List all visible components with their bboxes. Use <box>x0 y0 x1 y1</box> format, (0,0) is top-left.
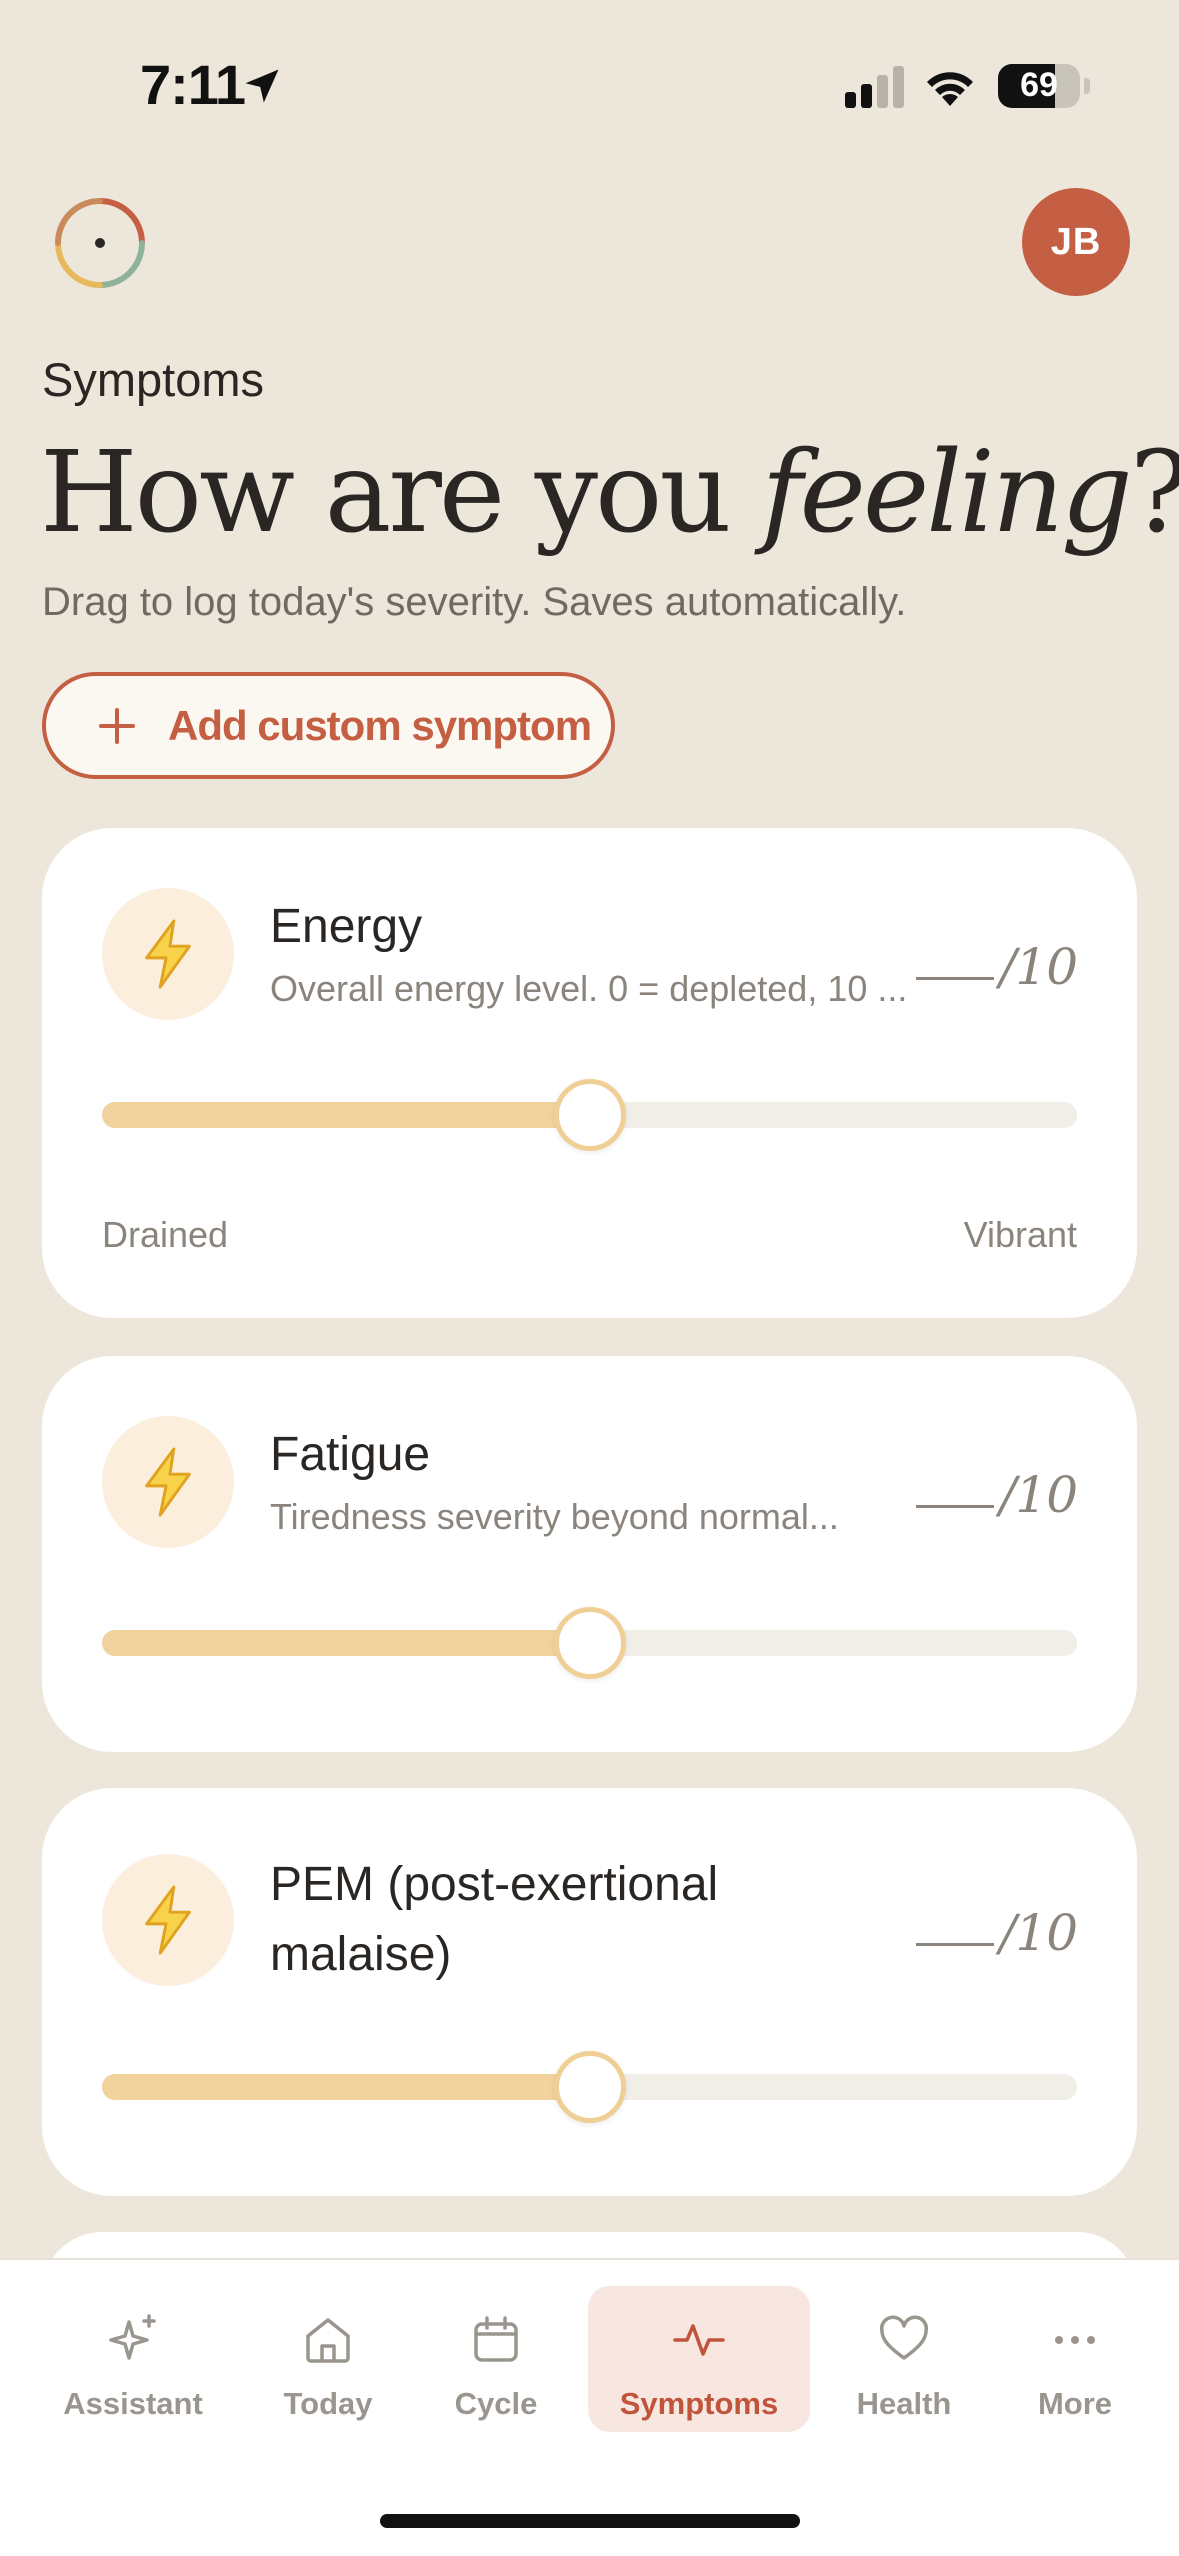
wifi-icon <box>927 72 973 106</box>
slider-thumb[interactable] <box>553 1607 626 1679</box>
battery-level: 69 <box>1020 66 1058 104</box>
symptom-title: Fatigue <box>270 1428 431 1481</box>
home-indicator <box>380 2514 800 2528</box>
location-arrow-icon <box>245 69 279 103</box>
tab-label: Symptoms <box>619 2386 779 2421</box>
tab-label: Health <box>856 2386 952 2421</box>
score-empty-value <box>915 977 994 980</box>
symptom-description: Tiredness severity beyond normal... <box>270 1496 839 1537</box>
tab-symptoms[interactable]: Symptoms <box>588 2286 810 2432</box>
tab-label: Today <box>283 2386 373 2421</box>
plus-icon <box>99 707 135 744</box>
avatar[interactable]: JB <box>1022 188 1130 296</box>
status-bar: 7:11 69 <box>0 0 1179 170</box>
tab-label: Cycle <box>454 2386 538 2421</box>
severity-slider[interactable] <box>102 1079 1077 1151</box>
add-custom-symptom-button[interactable]: Add custom symptom <box>42 672 615 779</box>
heart-icon <box>879 2315 929 2360</box>
status-time: 7:11 <box>140 53 246 116</box>
symptom-score: /10 <box>915 938 1078 996</box>
lightning-icon <box>145 1447 191 1517</box>
symptom-icon-badge <box>102 888 234 1020</box>
sparkle-icon <box>109 2314 156 2360</box>
symptom-description: Overall energy level. 0 = depleted, 10 .… <box>270 968 908 1009</box>
headline-italic: feeling <box>761 428 1132 558</box>
tab-label: More <box>1037 2386 1113 2421</box>
symptom-score: /10 <box>915 1466 1078 1524</box>
lightning-icon <box>145 919 191 989</box>
symptom-title: Energy <box>270 900 423 953</box>
tab-assistant[interactable]: Assistant <box>40 2286 226 2432</box>
slider-fill <box>102 1102 590 1128</box>
score-max: /10 <box>999 938 1078 996</box>
tab-today[interactable]: Today <box>250 2286 406 2432</box>
slider-thumb[interactable] <box>553 2051 626 2123</box>
tab-bar: Assistant Today Cycle Symptoms Health Mo… <box>0 2258 1179 2556</box>
symptom-icon-badge <box>102 1854 234 1986</box>
tab-more[interactable]: More <box>1000 2286 1150 2432</box>
symptom-title: PEM (post-exertional malaise) <box>270 1858 719 1981</box>
activity-icon <box>673 2324 725 2356</box>
symptom-card-energy: Energy Overall energy level. 0 = deplete… <box>42 828 1137 1318</box>
battery-cap <box>1084 78 1090 94</box>
headline-plain: How are you <box>40 428 762 558</box>
score-max: /10 <box>999 1466 1078 1524</box>
tab-cycle[interactable]: Cycle <box>426 2286 566 2432</box>
slider-fill <box>102 1630 590 1656</box>
lightning-icon <box>145 1885 191 1955</box>
app-logo-icon[interactable] <box>52 195 148 291</box>
page-title: How are you feeling? <box>40 428 1179 558</box>
slider-thumb[interactable] <box>553 1079 626 1151</box>
calendar-icon <box>474 2316 518 2362</box>
range-min-label: Drained <box>102 1214 229 1255</box>
slider-fill <box>102 2074 590 2100</box>
headline-end: ? <box>1130 428 1179 558</box>
score-empty-value <box>915 1943 994 1946</box>
battery-indicator: 69 <box>998 64 1080 108</box>
tab-label: Assistant <box>63 2386 203 2421</box>
symptom-score: /10 <box>915 1904 1078 1962</box>
severity-slider[interactable] <box>102 2051 1077 2123</box>
score-max: /10 <box>999 1904 1078 1962</box>
tab-health[interactable]: Health <box>834 2286 974 2432</box>
score-empty-value <box>915 1505 994 1508</box>
symptom-icon-badge <box>102 1416 234 1548</box>
home-icon <box>306 2318 350 2363</box>
severity-slider[interactable] <box>102 1607 1077 1679</box>
symptom-card-pem: PEM (post-exertional malaise) /10 <box>42 1788 1137 2196</box>
range-max-label: Vibrant <box>963 1214 1077 1255</box>
section-label: Symptoms <box>42 353 264 406</box>
page-subtitle: Drag to log today's severity. Saves auto… <box>42 580 907 624</box>
add-custom-symptom-label: Add custom symptom <box>168 701 592 749</box>
cellular-signal-icon <box>845 66 904 108</box>
more-icon <box>1055 2336 1095 2344</box>
symptom-card-fatigue: Fatigue Tiredness severity beyond normal… <box>42 1356 1137 1752</box>
